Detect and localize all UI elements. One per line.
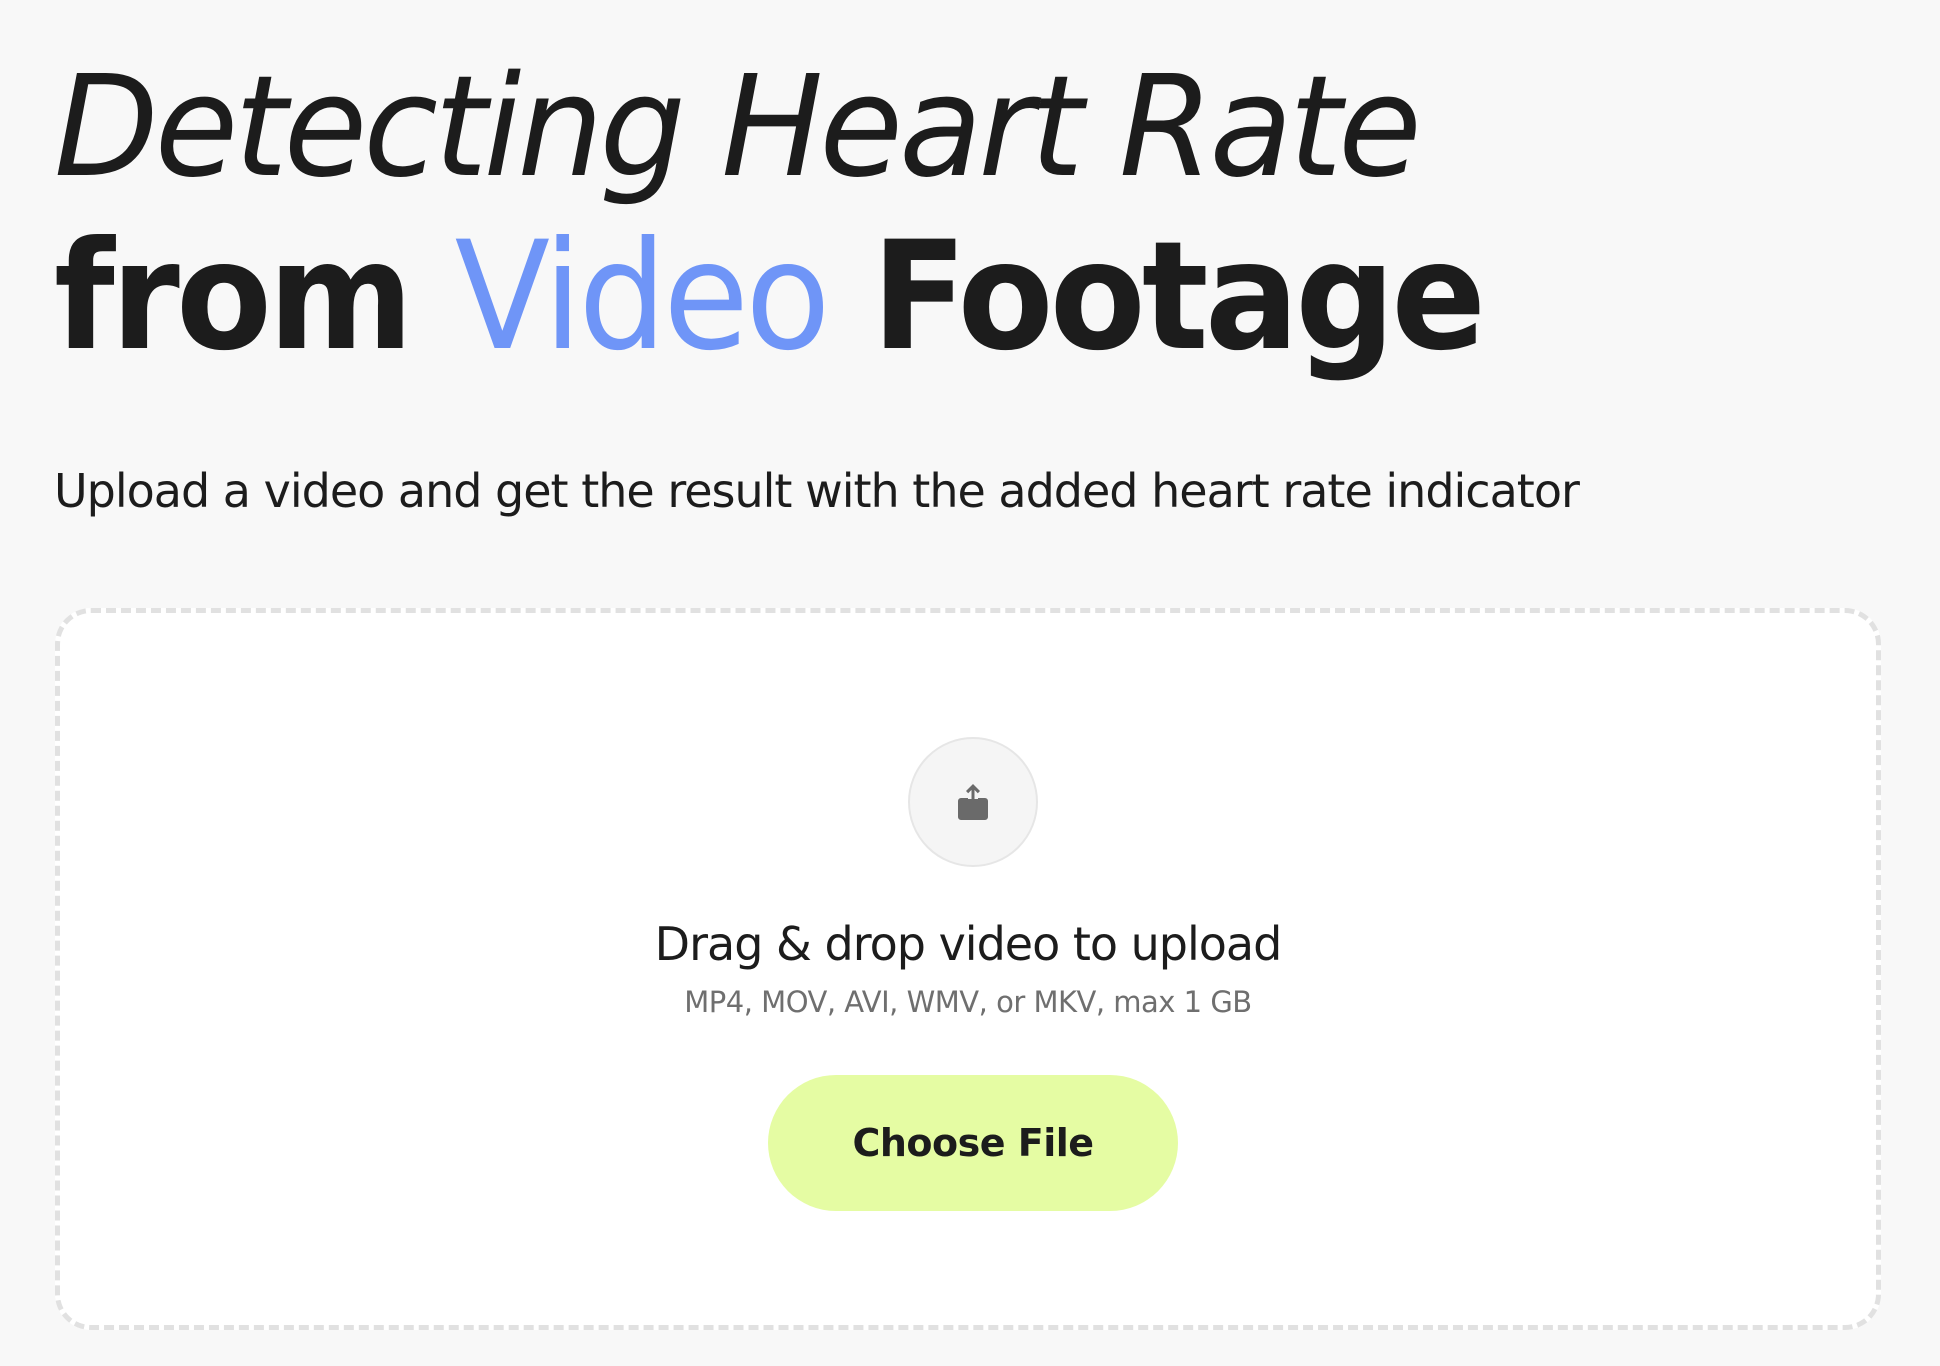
choose-file-button[interactable]: Choose File: [768, 1075, 1178, 1211]
page-title-line-2: from Video Footage: [54, 222, 1486, 372]
upload-icon: [958, 784, 988, 820]
title-accent-word: Video: [454, 210, 831, 384]
title-prefix: from: [54, 210, 455, 384]
page-title-line-1: Detecting Heart Rate: [54, 46, 1422, 209]
video-dropzone[interactable]: Drag & drop video to upload MP4, MOV, AV…: [55, 608, 1881, 1330]
title-suffix: Footage: [826, 210, 1486, 384]
upload-icon-container[interactable]: [908, 737, 1038, 867]
page-subtitle: Upload a video and get the result with t…: [54, 464, 1580, 518]
dropzone-format-hint: MP4, MOV, AVI, WMV, or MKV, max 1 GB: [684, 985, 1252, 1019]
dropzone-title: Drag & drop video to upload: [654, 917, 1283, 971]
